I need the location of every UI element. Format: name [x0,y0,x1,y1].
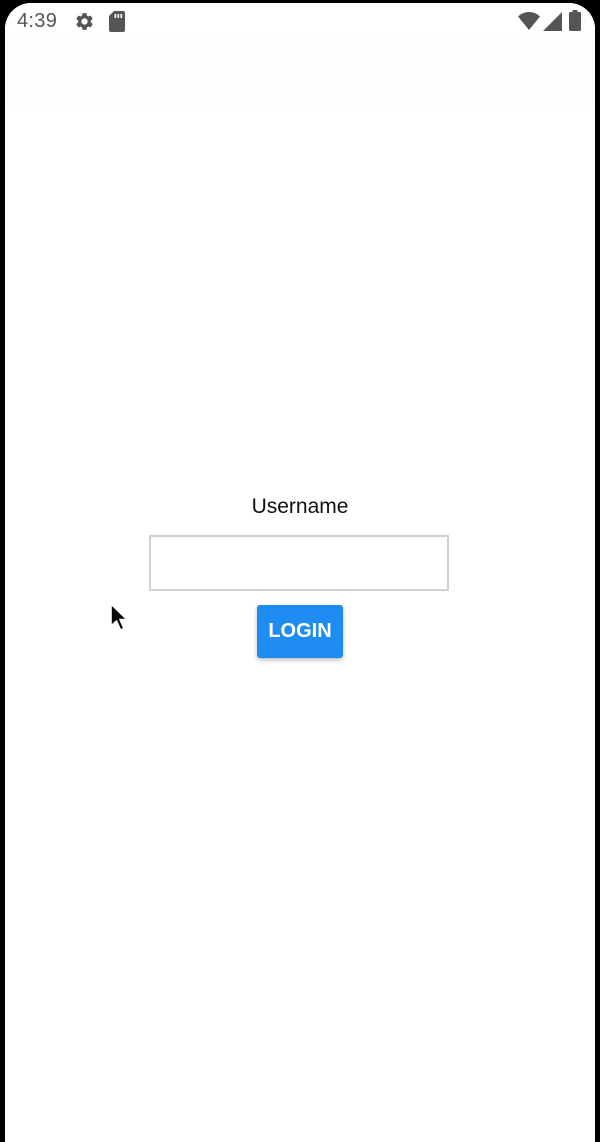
cell-signal-icon [543,12,562,31]
battery-icon [569,10,581,31]
username-input[interactable] [149,535,449,591]
login-screen: Username LOGIN [5,105,595,1142]
mouse-pointer-icon [110,603,128,631]
sd-card-icon [109,11,125,32]
username-label: Username [251,495,349,518]
device-frame: 4:39 Username LOGIN [0,0,600,1142]
login-button[interactable]: LOGIN [257,605,343,658]
gear-icon [76,13,93,30]
wifi-icon [518,12,540,30]
app-bar [5,39,595,105]
status-time: 4:39 [17,10,58,32]
phone-screen: 4:39 Username LOGIN [5,3,595,1142]
status-bar: 4:39 [5,3,595,39]
